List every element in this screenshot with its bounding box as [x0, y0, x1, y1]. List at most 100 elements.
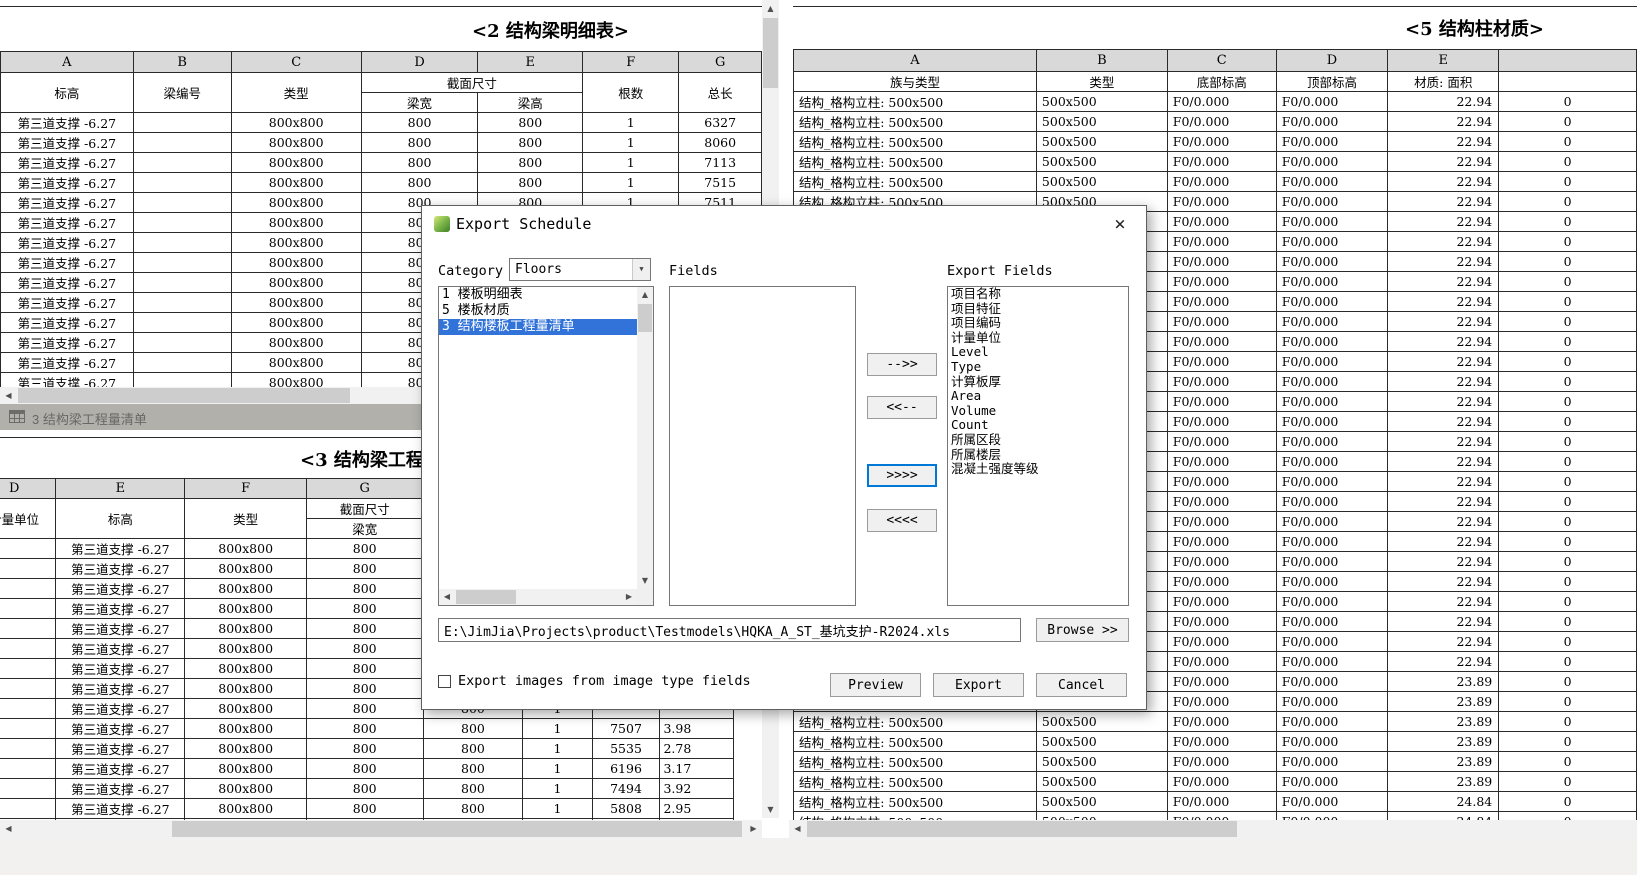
data-cell[interactable]: 1	[582, 112, 680, 133]
data-cell[interactable]: 第三道支撑 -6.27	[0, 372, 134, 387]
data-cell[interactable]: 0	[1498, 271, 1637, 292]
data-cell[interactable]: 500x500	[1035, 91, 1168, 112]
scroll-thumb[interactable]	[172, 821, 742, 837]
data-cell[interactable]: 22.94	[1387, 411, 1500, 432]
scroll-up-button[interactable]: ▲	[762, 0, 779, 17]
cancel-button[interactable]: Cancel	[1036, 673, 1127, 697]
data-cell[interactable]: 800	[360, 132, 479, 153]
data-cell[interactable]: 22.94	[1387, 431, 1500, 452]
data-cell[interactable]: F0/0.000	[1275, 811, 1389, 820]
data-cell[interactable]: 结构_格构立柱: 500x500	[793, 151, 1037, 172]
data-cell[interactable]: F0/0.000	[1275, 771, 1389, 792]
header-cell[interactable]: 底部标高	[1166, 71, 1277, 92]
data-cell[interactable]: 24.84	[1387, 791, 1500, 812]
scroll-thumb[interactable]	[638, 304, 652, 332]
data-cell[interactable]: F0/0.000	[1166, 231, 1277, 252]
dropdown-arrow-button[interactable]: ▼	[632, 259, 650, 280]
data-cell[interactable]: 22.94	[1387, 511, 1500, 532]
data-cell[interactable]: 800x800	[184, 558, 307, 579]
data-cell[interactable]: 800x800	[230, 332, 362, 353]
data-cell[interactable]: 0	[1498, 711, 1637, 732]
data-cell[interactable]: 22.94	[1387, 291, 1500, 312]
data-cell[interactable]: 22.94	[1387, 271, 1500, 292]
data-cell[interactable]: F0/0.000	[1166, 531, 1277, 552]
data-cell[interactable]: 800	[305, 538, 424, 559]
data-cell[interactable]: 22.94	[1387, 211, 1500, 232]
data-cell[interactable]	[0, 658, 57, 679]
data-cell[interactable]: F0/0.000	[1275, 311, 1389, 332]
data-cell[interactable]	[132, 192, 232, 213]
data-cell[interactable]: 第三道支撑 -6.27	[55, 718, 186, 739]
data-cell[interactable]: 0	[1498, 371, 1637, 392]
data-cell[interactable]: 500x500	[1035, 791, 1168, 812]
data-cell[interactable]	[0, 558, 57, 579]
data-cell[interactable]: 0	[1498, 491, 1637, 512]
data-cell[interactable]: 22.94	[1387, 491, 1500, 512]
data-cell[interactable]: F0/0.000	[1275, 431, 1389, 452]
scroll-down-button[interactable]: ▼	[637, 573, 653, 589]
export-field-item[interactable]: 混凝土强度等级	[948, 462, 1128, 477]
data-cell[interactable]: 1	[582, 132, 680, 153]
data-cell[interactable]: 结构_格构立柱: 500x500	[793, 751, 1037, 772]
data-cell[interactable]: 0	[1498, 431, 1637, 452]
data-cell[interactable]: F0/0.000	[1166, 111, 1277, 132]
data-cell[interactable]: 0	[1498, 771, 1637, 792]
data-cell[interactable]: 23.89	[1387, 751, 1500, 772]
data-cell[interactable]: 22.94	[1387, 311, 1500, 332]
data-cell[interactable]: 0	[1498, 651, 1637, 672]
data-cell[interactable]: 第三道支撑 -6.27	[0, 232, 134, 253]
data-cell[interactable]	[0, 738, 57, 759]
group-header-cell[interactable]: 截面尺寸	[360, 72, 584, 93]
data-cell[interactable]: 800x800	[184, 698, 307, 719]
data-cell[interactable]: F0/0.000	[1275, 191, 1389, 212]
right-panel-hscrollbar[interactable]: ◀	[789, 820, 1637, 838]
data-cell[interactable]: 800x800	[184, 638, 307, 659]
data-cell[interactable]: 800x800	[230, 372, 362, 387]
column-letter-cell[interactable]: B	[1035, 49, 1168, 72]
data-cell[interactable]: 800x800	[184, 598, 307, 619]
data-cell[interactable]	[0, 538, 57, 559]
data-cell[interactable]: 0	[1498, 311, 1637, 332]
data-cell[interactable]: 22.94	[1387, 231, 1500, 252]
data-cell[interactable]: 0	[1498, 251, 1637, 272]
header-cell[interactable]: 梁宽	[360, 92, 479, 113]
data-cell[interactable]: 5808	[591, 798, 661, 819]
data-cell[interactable]: F0/0.000	[1275, 391, 1389, 412]
move-left-button[interactable]: <<--	[867, 396, 937, 419]
data-cell[interactable]: 800	[305, 798, 424, 819]
data-cell[interactable]: 800x800	[230, 212, 362, 233]
data-cell[interactable]: 800	[305, 698, 424, 719]
export-fields-listbox[interactable]: 项目名称 项目特征 项目编码 计量单位 Level Type 计算板厚 Area Volume C…	[947, 286, 1129, 606]
data-cell[interactable]	[132, 212, 232, 233]
data-cell[interactable]: 1	[522, 738, 593, 759]
data-cell[interactable]: 23.89	[1387, 771, 1500, 792]
scroll-down-button[interactable]: ▼	[762, 801, 779, 818]
data-cell[interactable]: 0	[1498, 171, 1637, 192]
data-cell[interactable]: F0/0.000	[1166, 751, 1277, 772]
data-cell[interactable]: 第三道支撑 -6.27	[55, 798, 186, 819]
data-cell[interactable]: 22.94	[1387, 471, 1500, 492]
data-cell[interactable]: 0	[1498, 391, 1637, 412]
data-cell[interactable]: 22.94	[1387, 91, 1500, 112]
data-cell[interactable]: 1	[522, 798, 593, 819]
data-cell[interactable]: F0/0.000	[1166, 771, 1277, 792]
data-cell[interactable]: 800	[360, 112, 479, 133]
data-cell[interactable]: 800	[477, 152, 584, 173]
data-cell[interactable]: 22.94	[1387, 631, 1500, 652]
data-cell[interactable]: F0/0.000	[1166, 811, 1277, 820]
data-cell[interactable]: 800	[360, 172, 479, 193]
move-right-button[interactable]: -->>	[867, 353, 937, 376]
data-cell[interactable]: 22.94	[1387, 191, 1500, 212]
data-cell[interactable]: 0	[1498, 231, 1637, 252]
export-field-item[interactable]: 所属区段	[948, 432, 1128, 448]
scroll-left-button[interactable]: ◀	[789, 820, 806, 838]
header-cell[interactable]: 标高	[55, 498, 186, 539]
data-cell[interactable]: 800x800	[230, 132, 362, 153]
data-cell[interactable]: 结构_格构立柱: 500x500	[793, 791, 1037, 812]
data-cell[interactable]: 0	[1498, 751, 1637, 772]
data-cell[interactable]: 500x500	[1035, 111, 1168, 132]
data-cell[interactable]: 3.17	[659, 758, 734, 779]
data-cell[interactable]: 7113	[678, 152, 762, 173]
data-cell[interactable]: F0/0.000	[1275, 531, 1389, 552]
header-cell[interactable]: 标高	[0, 72, 134, 113]
